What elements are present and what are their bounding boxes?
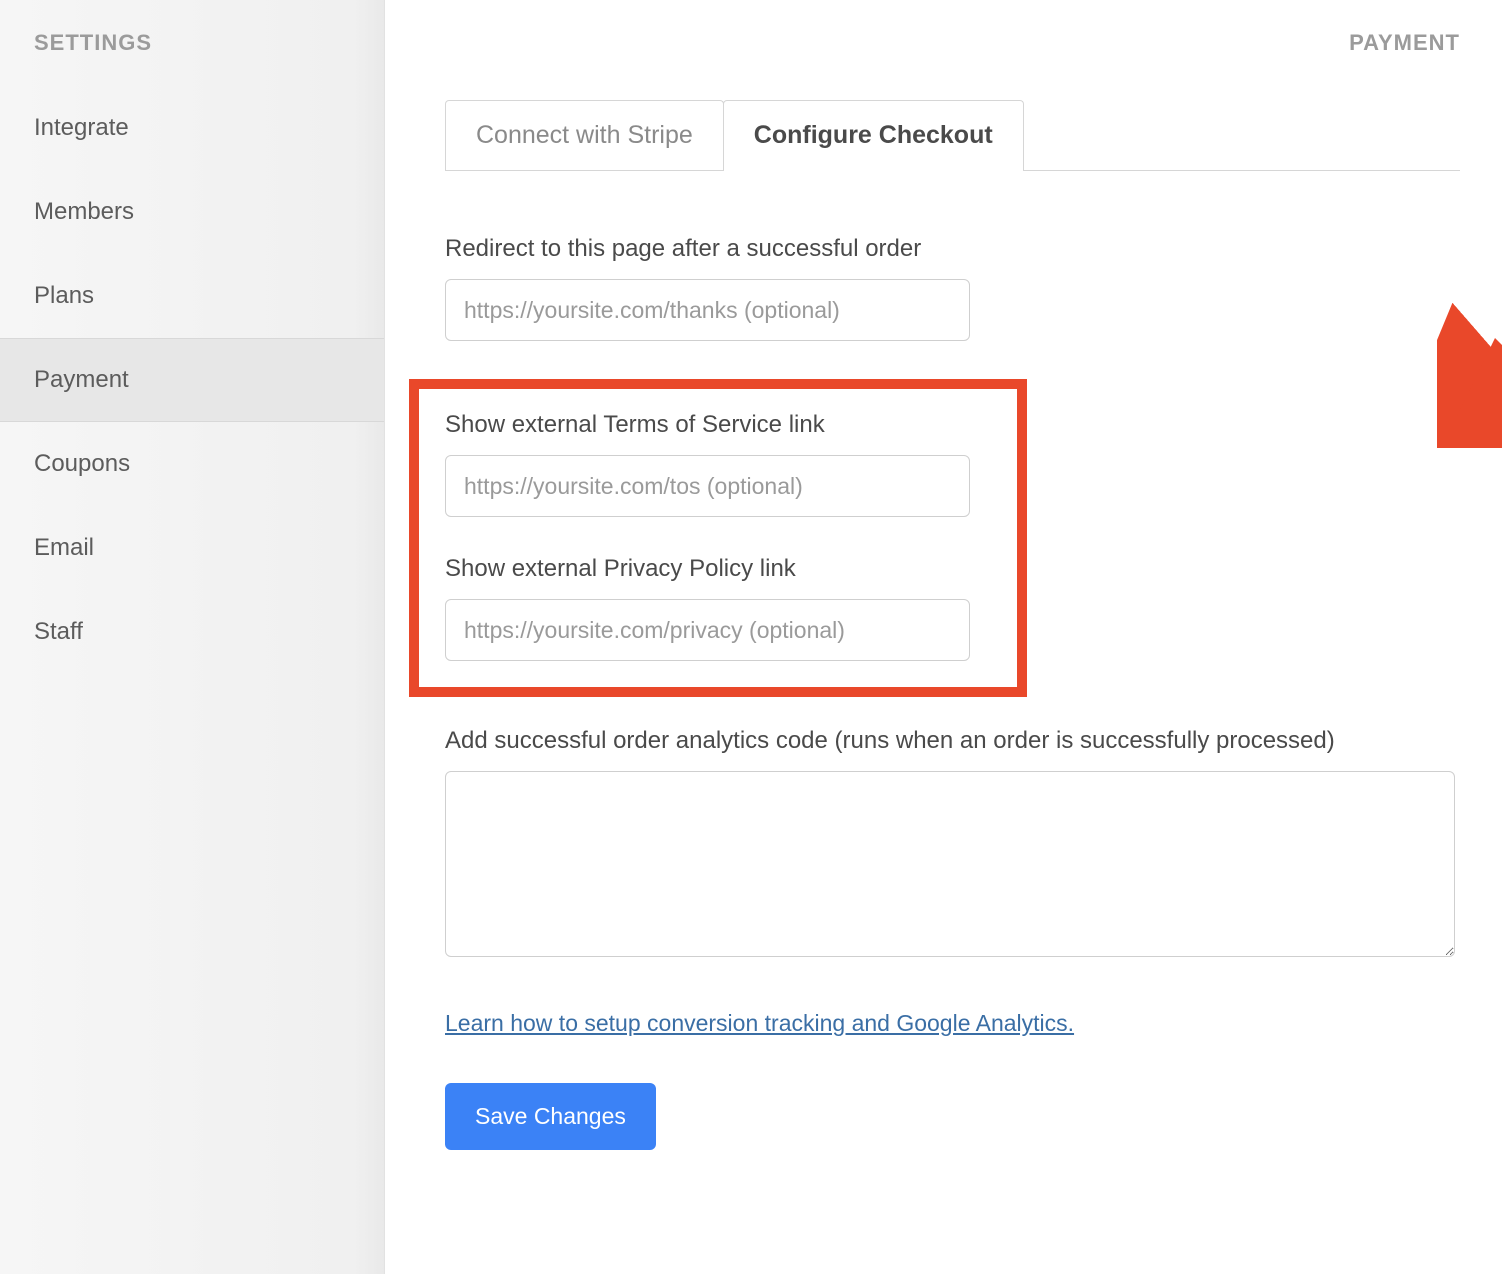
tab-configure-checkout[interactable]: Configure Checkout [723,100,1024,170]
page-title: PAYMENT [385,30,1460,100]
tos-group: Show external Terms of Service link [445,411,991,517]
sidebar-title: SETTINGS [0,30,384,86]
sidebar-item-payment[interactable]: Payment [0,338,384,422]
sidebar-item-label: Plans [34,282,94,309]
main-content: PAYMENT Connect with Stripe Configure Ch… [385,0,1502,1274]
sidebar-item-label: Coupons [34,450,130,477]
conversion-tracking-help-link[interactable]: Learn how to setup conversion tracking a… [445,1010,1074,1037]
highlight-annotation-box: Show external Terms of Service link Show… [409,379,1027,697]
tos-input[interactable] [445,455,970,517]
sidebar-item-staff[interactable]: Staff [0,590,384,674]
settings-sidebar: SETTINGS Integrate Members Plans Payment… [0,0,385,1274]
sidebar-item-label: Integrate [34,114,129,141]
tos-label: Show external Terms of Service link [445,411,991,439]
tab-connect-stripe[interactable]: Connect with Stripe [445,100,724,170]
form-content: Redirect to this page after a successful… [445,171,1460,1150]
privacy-group: Show external Privacy Policy link [445,555,991,661]
tab-label: Configure Checkout [754,121,993,149]
analytics-label: Add successful order analytics code (run… [445,727,1460,755]
privacy-label: Show external Privacy Policy link [445,555,991,583]
redirect-input[interactable] [445,279,970,341]
privacy-input[interactable] [445,599,970,661]
analytics-textarea[interactable] [445,771,1455,957]
redirect-group: Redirect to this page after a successful… [445,235,1460,341]
analytics-group: Add successful order analytics code (run… [445,727,1460,962]
tab-label: Connect with Stripe [476,121,693,149]
sidebar-item-label: Email [34,534,94,561]
sidebar-item-label: Payment [34,366,129,393]
sidebar-item-coupons[interactable]: Coupons [0,422,384,506]
sidebar-item-integrate[interactable]: Integrate [0,86,384,170]
sidebar-item-members[interactable]: Members [0,170,384,254]
redirect-label: Redirect to this page after a successful… [445,235,1460,263]
sidebar-item-label: Members [34,198,134,225]
sidebar-item-label: Staff [34,618,83,645]
save-changes-button[interactable]: Save Changes [445,1083,656,1150]
sidebar-item-email[interactable]: Email [0,506,384,590]
sidebar-item-plans[interactable]: Plans [0,254,384,338]
tabs-bar: Connect with Stripe Configure Checkout [445,100,1460,171]
